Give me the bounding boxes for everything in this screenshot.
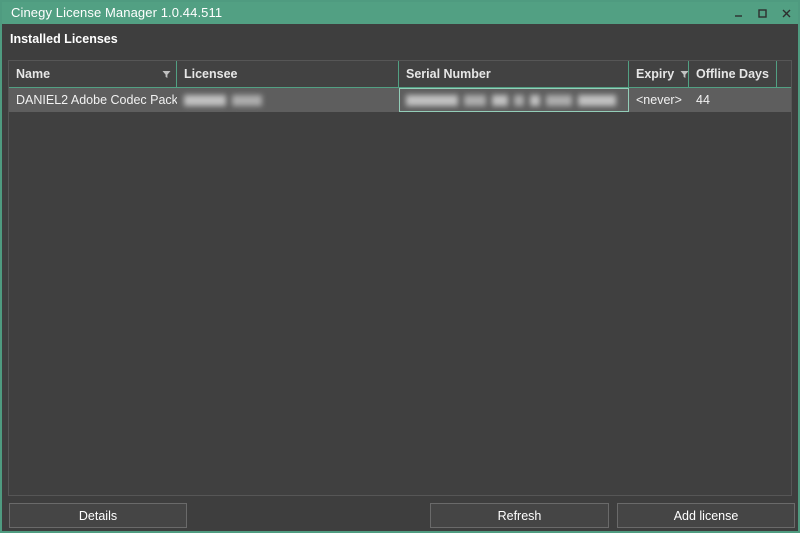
redaction-block — [492, 94, 508, 106]
cell-filler — [777, 88, 791, 112]
window-title: Cinegy License Manager 1.0.44.511 — [11, 5, 223, 20]
section-title: Installed Licenses — [10, 32, 118, 46]
minimize-icon[interactable] — [726, 2, 750, 24]
cell-offline-days[interactable]: 44 — [689, 88, 777, 112]
column-header-offline-days[interactable]: Offline Days — [689, 61, 777, 87]
grid-header-row: Name Licensee Serial Number Expiry Offli… — [9, 61, 791, 88]
filter-funnel-icon[interactable] — [162, 70, 171, 79]
column-header-name[interactable]: Name — [9, 61, 177, 87]
filter-funnel-icon[interactable] — [680, 70, 688, 79]
redaction-block — [530, 94, 540, 106]
column-header-licensee[interactable]: Licensee — [177, 61, 399, 87]
cell-offline-days-text: 44 — [696, 93, 710, 107]
redaction-block — [464, 94, 486, 106]
cell-name[interactable]: DANIEL2 Adobe Codec Pack — [9, 88, 177, 112]
cell-name-text: DANIEL2 Adobe Codec Pack — [16, 93, 177, 107]
column-header-expiry-label: Expiry — [636, 67, 675, 81]
column-header-serial-number[interactable]: Serial Number — [399, 61, 629, 87]
redaction-block — [232, 94, 262, 106]
column-header-expiry[interactable]: Expiry — [629, 61, 689, 87]
title-bar[interactable]: Cinegy License Manager 1.0.44.511 — [2, 2, 798, 24]
column-header-licensee-label: Licensee — [184, 67, 238, 81]
column-header-filler — [777, 61, 791, 87]
maximize-icon[interactable] — [750, 2, 774, 24]
section-bar: Installed Licenses — [2, 24, 798, 54]
redaction-block — [546, 94, 572, 106]
window-controls — [726, 2, 798, 24]
cell-expiry[interactable]: <never> — [629, 88, 689, 112]
redaction-block — [578, 94, 616, 106]
add-license-button[interactable]: Add license — [617, 503, 795, 528]
licenses-list-panel: Name Licensee Serial Number Expiry Offli… — [8, 60, 792, 496]
refresh-button[interactable]: Refresh — [430, 503, 609, 528]
column-header-serial-number-label: Serial Number — [406, 67, 491, 81]
column-header-name-label: Name — [16, 67, 51, 81]
button-bar: Details Refresh Add license — [2, 500, 798, 531]
column-header-offline-days-label: Offline Days — [696, 67, 769, 81]
license-manager-window: Cinegy License Manager 1.0.44.511 Instal… — [0, 0, 800, 533]
redaction-block — [184, 94, 226, 106]
redaction-block — [514, 94, 524, 106]
details-button[interactable]: Details — [9, 503, 187, 528]
redacted-serial-number — [406, 94, 616, 106]
table-row[interactable]: DANIEL2 Adobe Codec Pack <never> 44 — [9, 88, 791, 112]
cell-licensee[interactable] — [177, 88, 399, 112]
redacted-licensee — [184, 94, 262, 106]
redaction-block — [406, 94, 458, 106]
cell-expiry-text: <never> — [636, 93, 682, 107]
cell-serial-number[interactable] — [399, 88, 629, 112]
close-icon[interactable] — [774, 2, 798, 24]
